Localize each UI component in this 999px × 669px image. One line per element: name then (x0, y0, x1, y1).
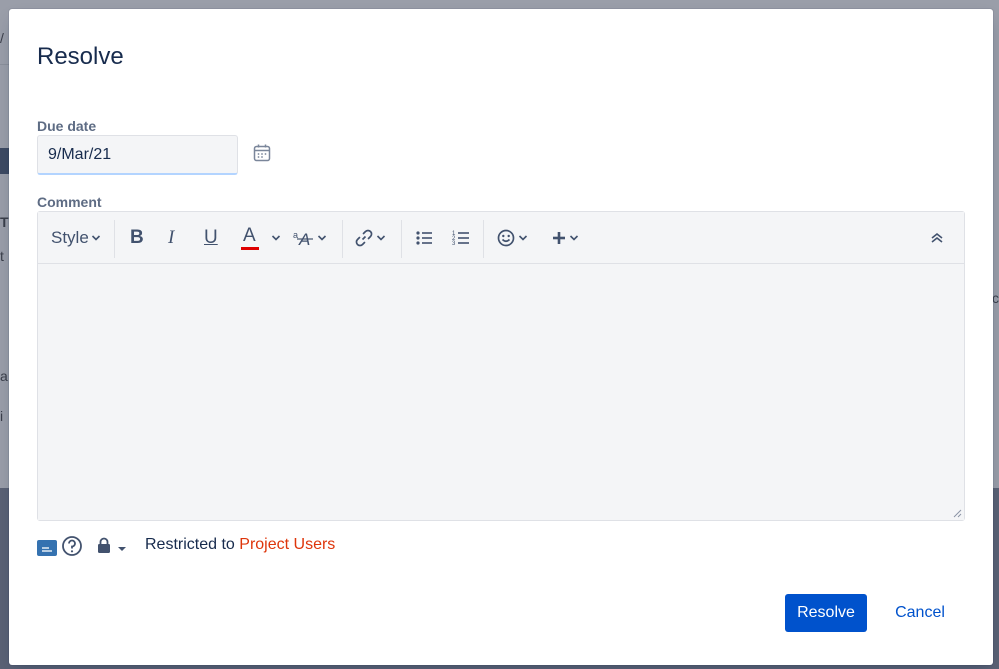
comment-editor: Style B I U A a A 1 2 3 (37, 211, 965, 521)
editor-toolbar: Style B I U A a A 1 2 3 (38, 212, 964, 264)
text-effects-icon: a A (293, 230, 313, 248)
background-fragment: i (0, 408, 4, 424)
background-bar (0, 148, 9, 174)
resolve-dialog: Resolve Due date Comment Style B I (9, 9, 993, 665)
toolbar-separator (483, 220, 484, 258)
background-fragment: / (0, 30, 4, 46)
bullet-list-button[interactable] (415, 224, 433, 252)
svg-text:3: 3 (452, 241, 456, 247)
background-fragment: t (0, 248, 4, 264)
insert-more-icon (553, 232, 565, 244)
chevron-down-icon (569, 235, 579, 241)
bold-icon: B (130, 227, 144, 248)
text-color-icon: A (241, 225, 259, 250)
due-date-label: Due date (37, 118, 97, 134)
numbered-list-icon: 1 2 3 (452, 231, 469, 247)
toolbar-separator (342, 220, 343, 258)
caret-down-icon (118, 547, 126, 551)
link-icon (355, 229, 373, 247)
italic-icon: I (168, 227, 175, 248)
emoji-button[interactable] (496, 224, 528, 252)
link-button[interactable] (354, 224, 386, 252)
collapse-toolbar-button[interactable] (930, 224, 944, 252)
cancel-button[interactable]: Cancel (877, 594, 963, 632)
text-color-glyph: A (243, 225, 256, 246)
lock-icon (98, 537, 110, 553)
chevron-down-icon (271, 235, 281, 241)
calendar-icon[interactable] (252, 143, 272, 163)
background-fragment: T (0, 214, 9, 230)
insert-more-button[interactable] (551, 224, 579, 252)
comment-label: Comment (37, 194, 102, 210)
background-fragment: a (0, 368, 8, 384)
style-dropdown[interactable]: Style (51, 224, 101, 252)
security-level-text: Restricted to Project Users (145, 536, 335, 554)
restricted-group-link[interactable]: Project Users (239, 536, 335, 553)
emoji-icon (497, 229, 515, 247)
text-color-swatch (241, 247, 259, 250)
chevron-down-icon (91, 235, 100, 241)
help-icon[interactable] (61, 535, 83, 557)
bold-button[interactable]: B (130, 224, 144, 252)
underline-icon: U (204, 227, 218, 248)
style-dropdown-label: Style (51, 228, 89, 247)
background-divider (0, 64, 9, 65)
resolve-button[interactable]: Resolve (785, 594, 867, 632)
chevron-down-icon (518, 235, 528, 241)
toolbar-separator (401, 220, 402, 258)
text-color-button[interactable]: A (241, 224, 281, 252)
underline-button[interactable]: U (204, 224, 218, 252)
due-date-input[interactable] (37, 135, 238, 175)
restricted-prefix: Restricted to (145, 536, 235, 553)
collapse-toolbar-icon (931, 232, 943, 243)
chevron-down-icon (317, 235, 327, 241)
comment-textarea[interactable] (38, 265, 964, 520)
security-level-dropdown[interactable] (97, 537, 127, 555)
background-fragment: c (992, 290, 999, 306)
resize-handle-icon[interactable] (952, 508, 962, 518)
chevron-down-icon (376, 235, 386, 241)
numbered-list-button[interactable]: 1 2 3 (452, 224, 470, 252)
wiki-markup-icon[interactable] (37, 540, 57, 556)
comment-footer-tools (37, 533, 127, 559)
text-effects-button[interactable]: a A (293, 224, 327, 252)
italic-button[interactable]: I (168, 224, 174, 252)
bullet-list-icon (416, 231, 432, 245)
dialog-title: Resolve (37, 43, 124, 70)
toolbar-separator (114, 220, 115, 258)
